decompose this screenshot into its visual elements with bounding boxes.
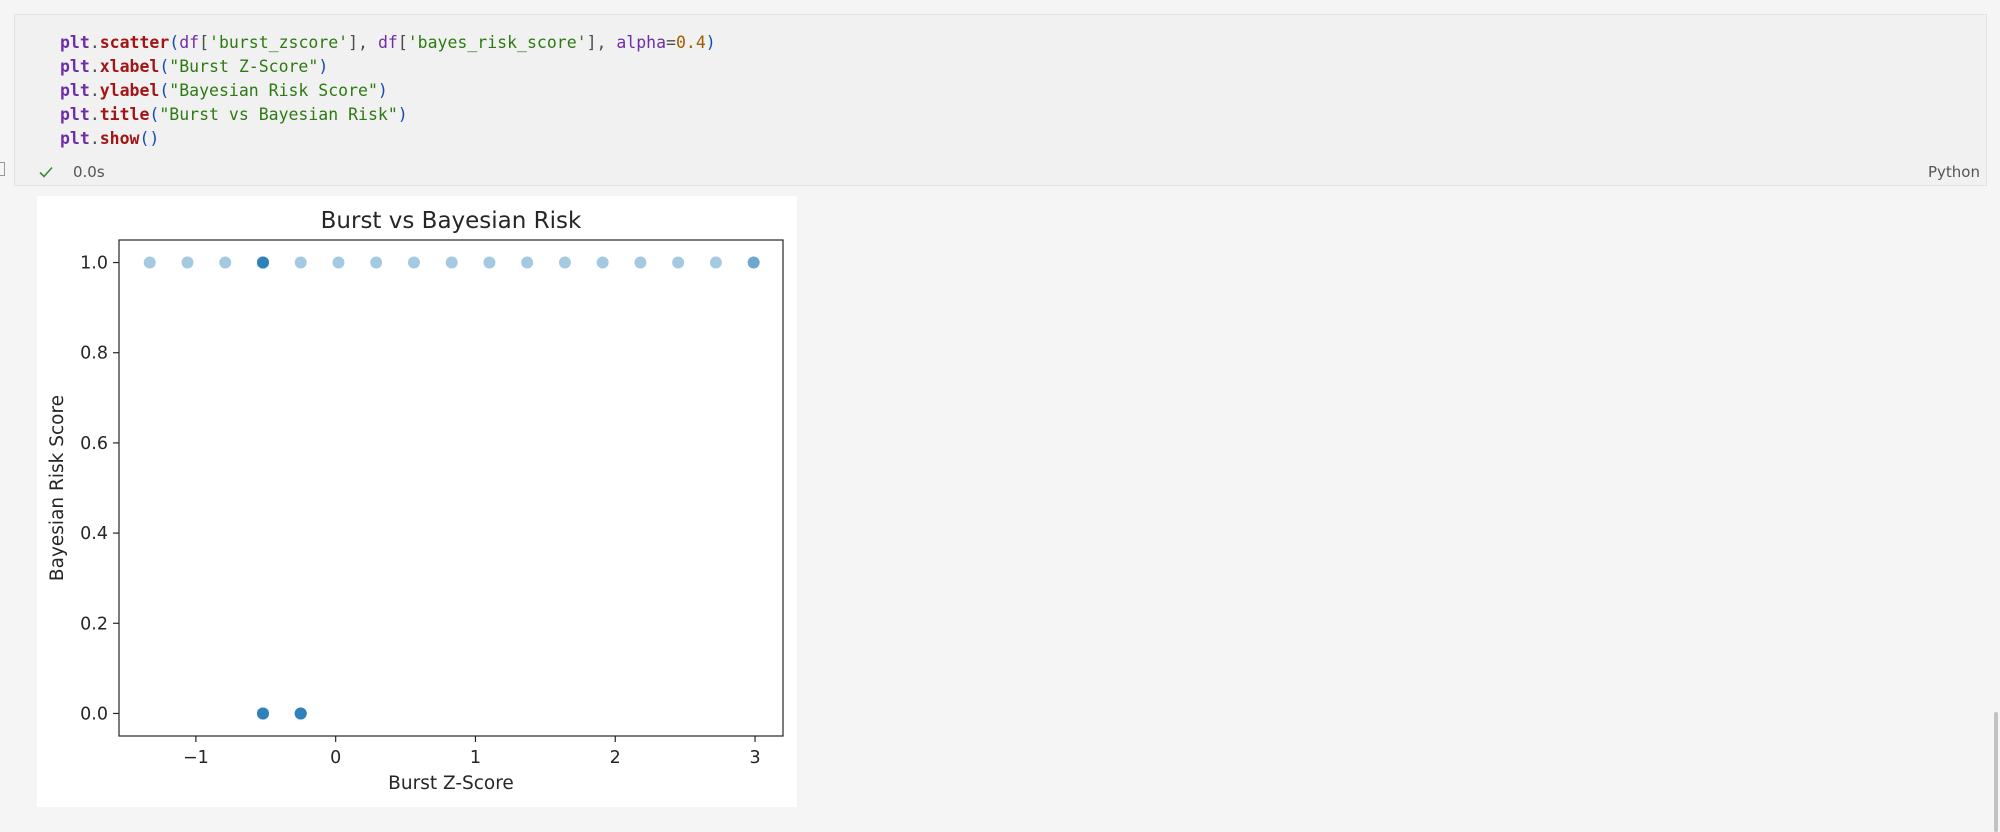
cell-language-label[interactable]: Python [1928, 163, 1980, 181]
scatter-chart: Burst vs Bayesian Risk −1 0 1 2 3 0.00.20.40… [47, 208, 784, 794]
y-tick-label: 0.8 [80, 344, 108, 364]
code-token: df [179, 33, 200, 52]
x-tick-label: 2 [610, 748, 621, 768]
scatter-point [558, 256, 571, 269]
code-token: alpha [616, 33, 667, 52]
code-token: scatter [99, 33, 170, 52]
scatter-point [181, 256, 194, 269]
scatter-point [747, 256, 760, 269]
x-tick-label: 1 [470, 748, 481, 768]
scatter-point [219, 256, 232, 269]
code-token: plt [60, 57, 90, 76]
code-token: ( [159, 57, 170, 76]
vertical-scrollbar[interactable] [1988, 0, 2000, 832]
scatter-point [407, 256, 420, 269]
code-token: ) [397, 105, 408, 124]
x-tick-label: −1 [183, 748, 209, 768]
code-token: . [89, 57, 100, 76]
code-token: 'bayes_risk_score' [407, 33, 587, 52]
y-axis-label: Bayesian Risk Score [47, 395, 68, 581]
code-line[interactable]: plt.title("Burst vs Bayesian Risk") [60, 103, 716, 127]
cell-status: 0.0s [37, 161, 105, 183]
code-token: "Burst vs Bayesian Risk" [159, 105, 398, 124]
code-token: ( [149, 105, 160, 124]
code-token: plt [60, 105, 90, 124]
x-axis-ticks: −1 0 1 2 3 [183, 736, 761, 768]
cell-output: Burst vs Bayesian Risk −1 0 1 2 3 0.0 0.2 0.4 0… [37, 196, 797, 807]
scatter-point [370, 256, 383, 269]
code-line[interactable]: plt.show() [60, 127, 716, 151]
code-line[interactable]: plt.ylabel("Bayesian Risk Score") [60, 79, 716, 103]
code-token: ], [348, 33, 378, 52]
code-token: [ [397, 33, 408, 52]
y-tick-label: 1.0 [80, 254, 108, 274]
scatter-point [256, 707, 269, 720]
code-token: . [89, 33, 100, 52]
scatter-point [709, 256, 722, 269]
y-axis-ticks: 0.0 0.2 0.4 0.6 0.8 1.0 [80, 254, 119, 724]
code-token: ) [705, 33, 716, 52]
code-token: 0.4 [675, 33, 706, 52]
code-editor[interactable]: plt.scatter(df['burst_zscore'], df['baye… [60, 31, 716, 151]
code-token: . [89, 105, 100, 124]
code-token: ( [159, 81, 170, 100]
scatter-point [256, 256, 269, 269]
x-axis-label: Burst Z-Score [388, 773, 514, 794]
scatter-point [143, 256, 156, 269]
code-token: plt [60, 129, 90, 148]
plot-area [118, 239, 784, 737]
code-token: ) [318, 57, 329, 76]
cell-gutter-marker[interactable] [0, 162, 5, 176]
scatter-point [672, 256, 685, 269]
scatter-point [294, 256, 307, 269]
code-token: . [89, 81, 100, 100]
code-token: 'burst_zscore' [209, 33, 349, 52]
y-tick-label: 0.6 [80, 434, 108, 454]
scatter-point [521, 256, 534, 269]
scatter-point [445, 256, 458, 269]
scatter-point [596, 256, 609, 269]
code-line[interactable]: plt.xlabel("Burst Z-Score") [60, 55, 716, 79]
code-token: . [89, 129, 100, 148]
scatter-point [332, 256, 345, 269]
code-token: ], [586, 33, 617, 52]
code-token: show [99, 129, 140, 148]
code-token: df [377, 33, 398, 52]
execution-time: 0.0s [73, 163, 105, 181]
code-token: plt [60, 33, 90, 52]
code-token: title [99, 105, 150, 124]
code-token: ( [169, 33, 180, 52]
code-token: "Burst Z-Score" [169, 57, 319, 76]
code-token: ylabel [99, 81, 160, 100]
code-token: [ [199, 33, 210, 52]
chart-title: Burst vs Bayesian Risk [321, 208, 582, 234]
y-tick-label: 0.2 [80, 614, 108, 634]
scrollbar-thumb[interactable] [1994, 712, 1998, 832]
code-token: xlabel [99, 57, 160, 76]
code-token: () [139, 129, 160, 148]
scatter-point [483, 256, 496, 269]
code-token: plt [60, 81, 90, 100]
code-token: ) [377, 81, 388, 100]
code-cell[interactable]: plt.scatter(df['burst_zscore'], df['baye… [14, 14, 1987, 186]
scatter-point [634, 256, 647, 269]
check-icon [39, 166, 53, 178]
code-line[interactable]: plt.scatter(df['burst_zscore'], df['baye… [60, 31, 716, 55]
code-token: "Bayesian Risk Score" [169, 81, 378, 100]
y-tick-label: 0.0 [80, 704, 108, 724]
notebook-page: plt.scatter(df['burst_zscore'], df['baye… [0, 0, 2000, 832]
code-token: = [666, 33, 676, 52]
x-tick-label: 0 [330, 748, 341, 768]
x-tick-label: 3 [749, 748, 760, 768]
scatter-point [294, 707, 307, 720]
y-tick-label: 0.4 [80, 524, 108, 544]
